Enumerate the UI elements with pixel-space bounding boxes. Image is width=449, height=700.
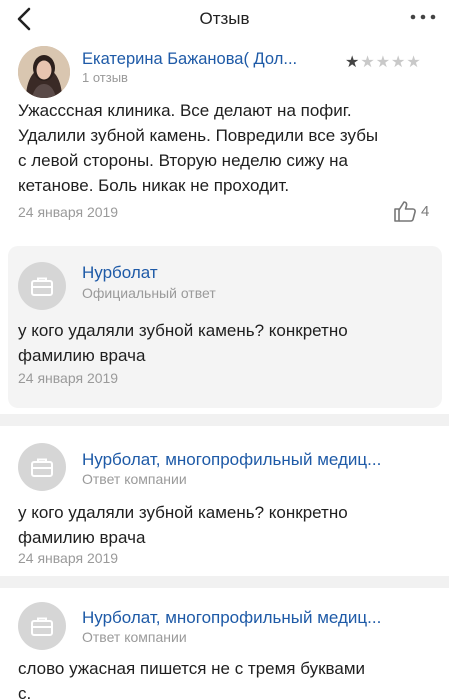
comment-text-line: у кого удаляли зубной камень? конкретно	[18, 503, 348, 522]
review-text: Ужасссная клиника. Все делают на пофиг. …	[18, 98, 438, 198]
review-author[interactable]: Екатерина Бажанова( Дол...	[82, 50, 337, 69]
comment-text-line: фамилию врача	[18, 528, 146, 547]
thumbs-up-icon[interactable]	[393, 200, 417, 224]
comment-author[interactable]: Нурболат, многопрофильный медиц...	[82, 608, 432, 628]
briefcase-icon	[31, 458, 53, 477]
answer-date: 24 января 2019	[18, 370, 119, 386]
answer-text: у кого удаляли зубной камень? конкретно …	[18, 318, 438, 368]
top-bar: Отзыв	[0, 0, 449, 42]
review-date: 24 января 2019	[18, 204, 119, 220]
avatar[interactable]	[18, 46, 70, 98]
comment-text-line: слово ужасная пишется не с тремя буквами	[18, 659, 366, 678]
comment-text: слово ужасная пишется не с тремя буквами…	[18, 656, 438, 700]
like-count: 4	[421, 203, 430, 220]
comment-label: Ответ компании	[82, 629, 187, 645]
comment-date: 24 января 2019	[18, 550, 119, 566]
briefcase-icon	[31, 277, 53, 296]
more-options-icon[interactable]	[407, 4, 439, 30]
comment-label: Ответ компании	[82, 471, 187, 487]
business-avatar	[18, 262, 66, 310]
review-text-line: Удалили зубной камень. Повредили все зуб…	[18, 126, 379, 145]
comment-text-line: с.	[18, 684, 32, 700]
business-avatar	[18, 602, 66, 650]
comment-author[interactable]: Нурболат, многопрофильный медиц...	[82, 450, 432, 470]
answer-text-line: фамилию врача	[18, 346, 146, 365]
briefcase-icon	[31, 617, 53, 636]
author-reviews-count: 1 отзыв	[82, 70, 128, 85]
star-rating: ★★★★★	[345, 52, 422, 72]
review-text-line: с левой стороны. Вторую неделю сижу на	[18, 151, 348, 170]
divider	[0, 414, 449, 426]
star-filled-icon: ★	[345, 54, 361, 71]
page-title: Отзыв	[199, 9, 250, 28]
comment-text: у кого удаляли зубной камень? конкретно …	[18, 500, 438, 550]
star-empty-icon: ★★★★	[360, 54, 422, 71]
review-text-line: кетанове. Боль никак не проходит.	[18, 176, 290, 195]
divider	[0, 576, 449, 588]
answer-label: Официальный ответ	[82, 285, 216, 301]
answer-text-line: у кого удаляли зубной камень? конкретно	[18, 321, 348, 340]
answer-author[interactable]: Нурболат	[82, 263, 412, 283]
business-avatar	[18, 443, 66, 491]
review-text-line: Ужасссная клиника. Все делают на пофиг.	[18, 101, 352, 120]
